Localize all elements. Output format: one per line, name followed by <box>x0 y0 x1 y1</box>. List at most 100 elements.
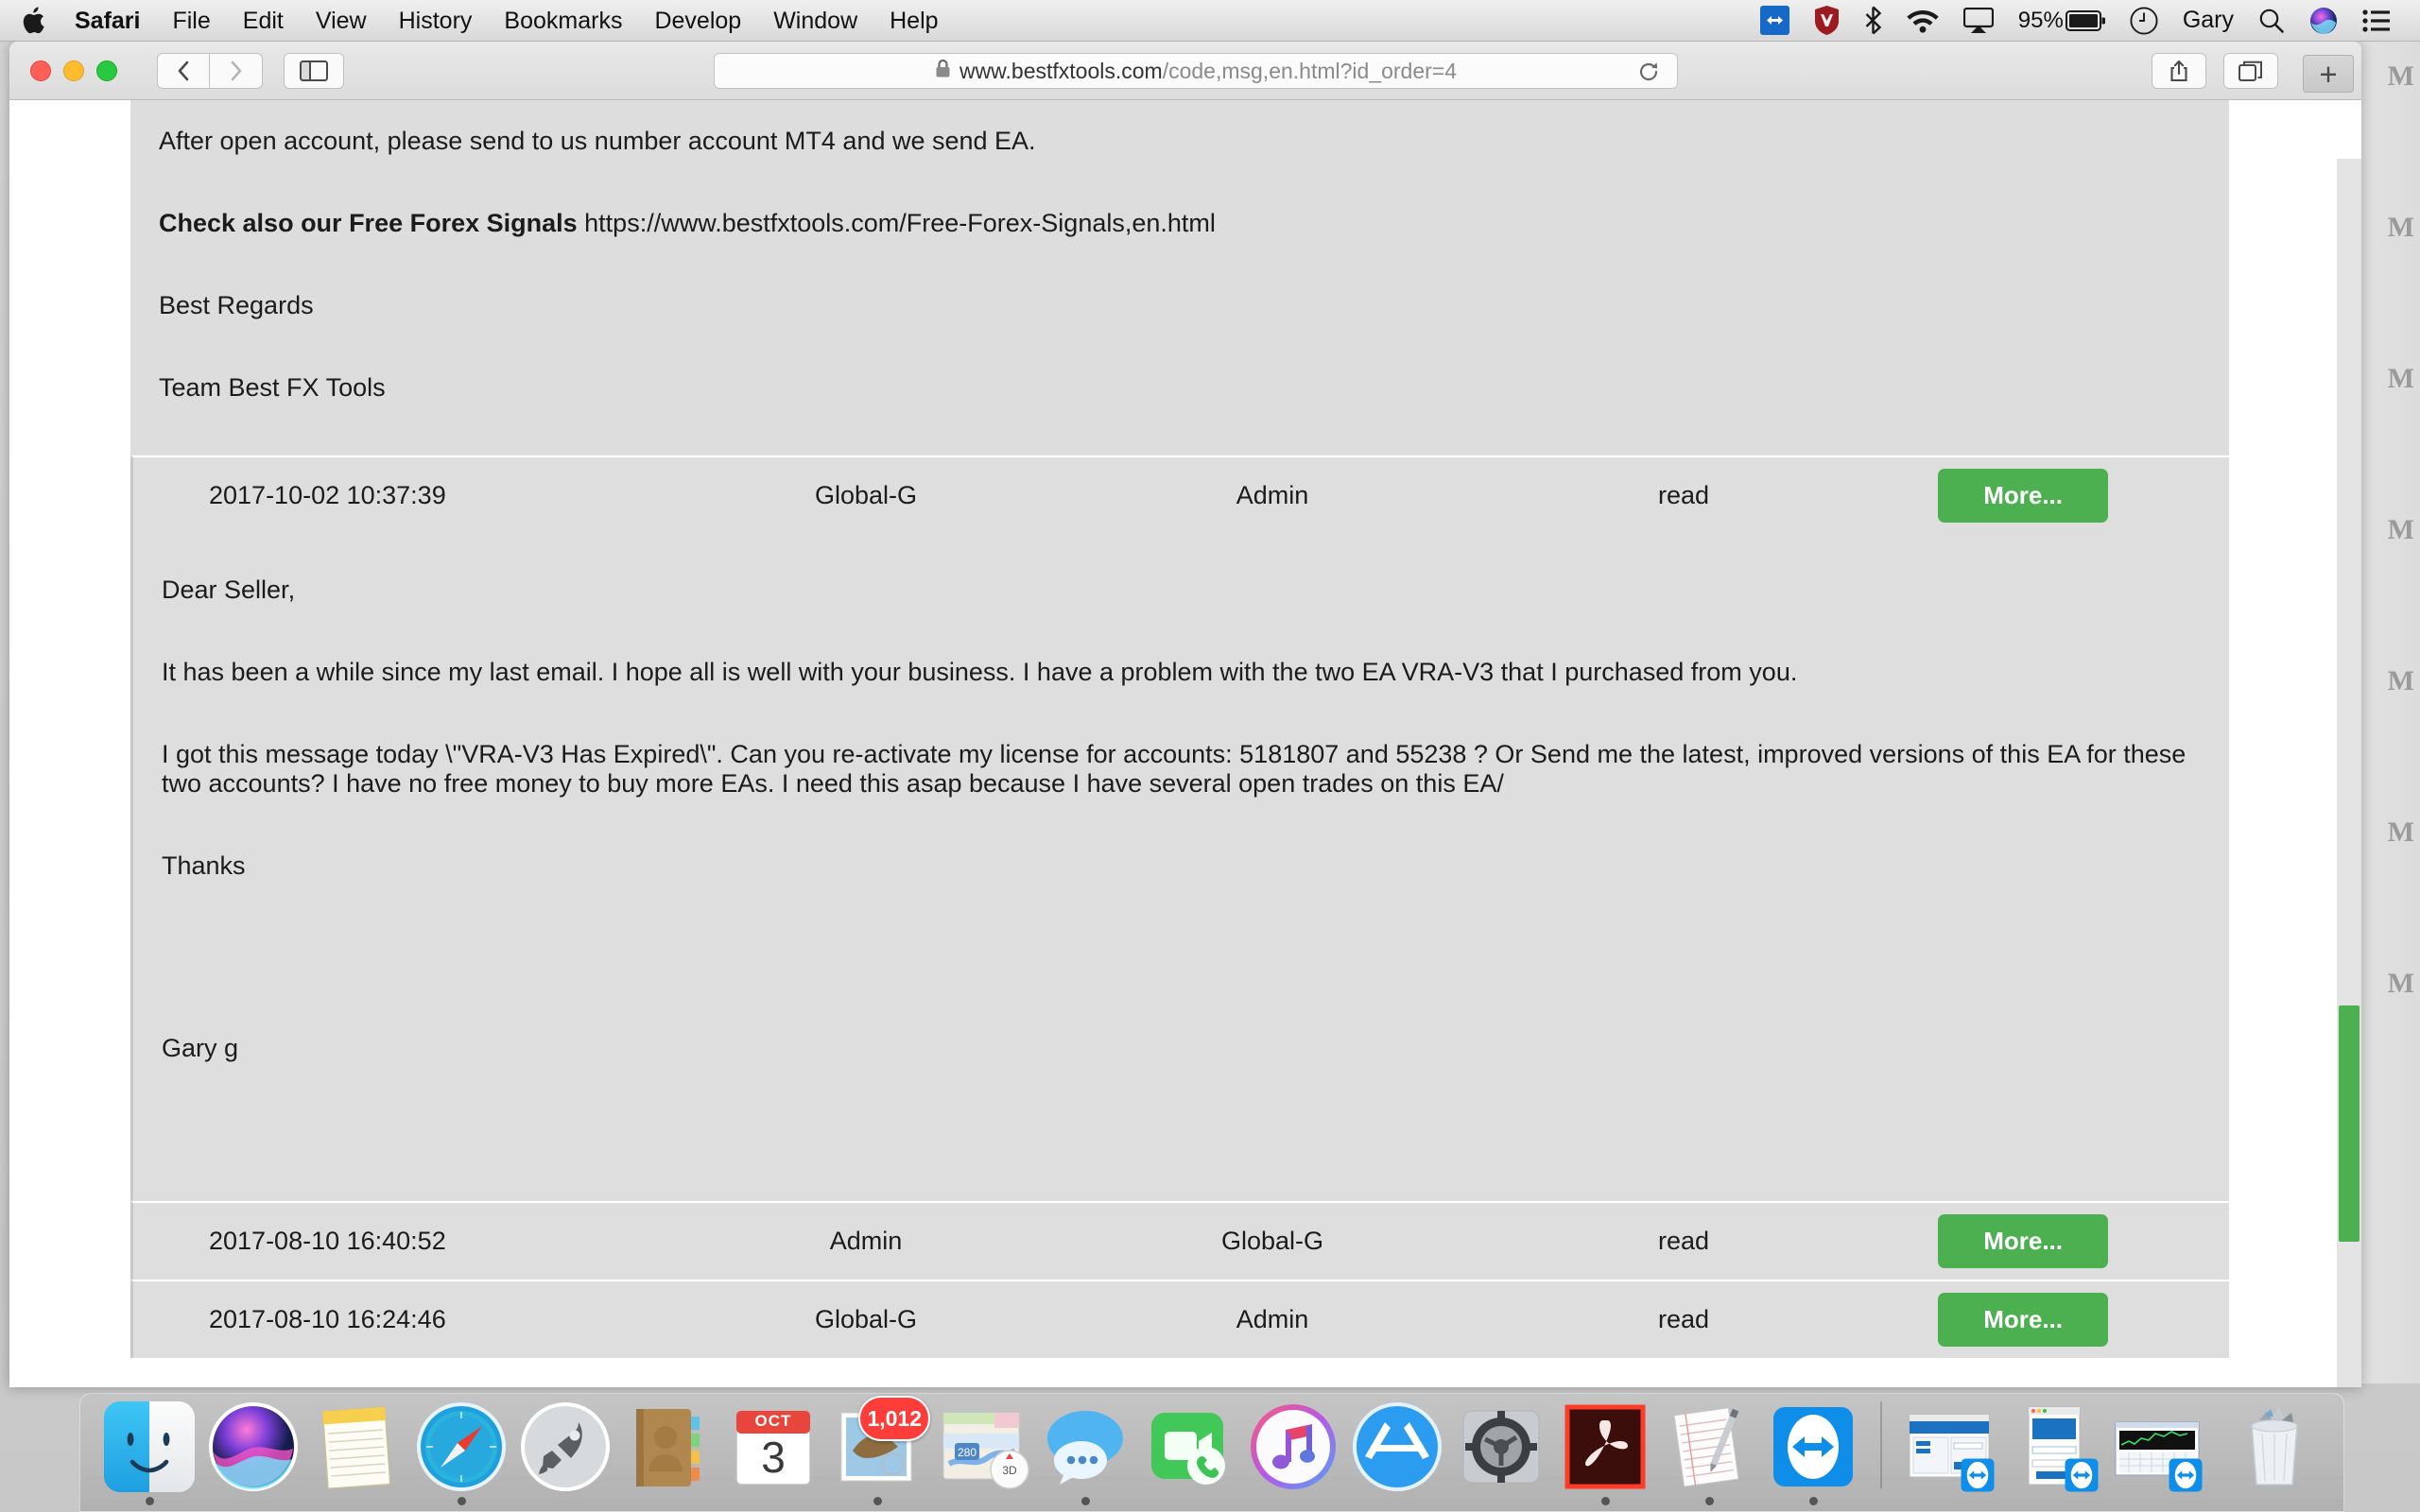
safari-icon <box>416 1401 507 1492</box>
menu-bar-status-area: 95% Gary <box>1748 0 2420 42</box>
dock-item-contacts[interactable] <box>617 1394 721 1505</box>
new-tab-button[interactable]: + <box>2303 55 2354 93</box>
teamviewer-icon[interactable] <box>1748 0 1802 42</box>
dock-item-safari[interactable] <box>409 1394 513 1505</box>
launchpad-icon <box>520 1401 611 1492</box>
airplay-icon[interactable] <box>1951 0 2006 42</box>
address-bar[interactable]: www.bestfxtools.com/code,msg,en.html?id_… <box>714 53 1678 89</box>
background-glyph: M <box>2387 665 2414 696</box>
shield-icon[interactable] <box>1802 0 1852 42</box>
running-indicator <box>1704 1497 1714 1505</box>
notification-center-icon[interactable] <box>2350 0 2403 42</box>
row-date: 2017-10-02 10:37:39 <box>209 481 446 510</box>
dock-item-maps[interactable]: 280 3D <box>929 1394 1033 1505</box>
bluetooth-icon[interactable] <box>1852 0 1894 42</box>
minimized-window-metatrader-chart[interactable] <box>2105 1394 2209 1505</box>
dock-item-launchpad[interactable] <box>513 1394 617 1505</box>
mail-icon: 1,012 <box>832 1396 930 1492</box>
message-thanks: Thanks <box>162 851 246 881</box>
dock-item-mail[interactable]: 1,012 <box>825 1394 930 1505</box>
table-row[interactable]: 2017-10-02 10:37:39 Global-G Admin read … <box>130 455 2229 535</box>
more-button[interactable]: More... <box>1938 1214 2108 1269</box>
dock-item-adobe-acrobat[interactable] <box>1553 1394 1657 1505</box>
menu-item-edit[interactable]: Edit <box>227 0 300 42</box>
menu-item-help[interactable]: Help <box>873 0 954 42</box>
menu-item-view[interactable]: View <box>300 0 383 42</box>
table-row[interactable]: 2017-08-10 16:24:46 Global-G Admin read … <box>130 1280 2229 1359</box>
running-indicator <box>873 1497 882 1505</box>
dock-item-itunes[interactable] <box>1241 1394 1345 1505</box>
dock-item-siri[interactable] <box>201 1394 305 1505</box>
finder-icon <box>104 1401 195 1492</box>
siri-icon <box>208 1401 299 1492</box>
running-indicator <box>1600 1497 1610 1505</box>
dock-item-messages[interactable] <box>1033 1394 1137 1505</box>
minimize-button[interactable] <box>63 60 84 81</box>
dock-item-trash[interactable] <box>2222 1394 2326 1505</box>
zoom-button[interactable] <box>96 60 117 81</box>
menu-item-history[interactable]: History <box>383 0 489 42</box>
dock-divider <box>1880 1401 1882 1488</box>
calendar-month-label: OCT <box>754 1412 792 1430</box>
dock-item-facetime[interactable] <box>1137 1394 1241 1505</box>
free-signals-bold-label: Check also our Free Forex Signals <box>159 209 578 238</box>
sidebar-icon[interactable] <box>284 52 344 89</box>
table-row[interactable]: 2017-08-10 16:40:52 Admin Global-G read … <box>130 1201 2229 1280</box>
siri-icon[interactable] <box>2297 0 2350 42</box>
dock-item-notes[interactable] <box>305 1394 409 1505</box>
dock-item-finder[interactable] <box>97 1394 201 1505</box>
back-button[interactable] <box>157 52 210 89</box>
menu-item-file[interactable]: File <box>156 0 226 42</box>
minimized-window-teamviewer-remote-control[interactable] <box>1897 1394 2001 1505</box>
message-body: Dear Seller, It has been a while since m… <box>130 534 2229 1102</box>
url-path: /code,msg,en.html?id_order=4 <box>1162 58 1458 83</box>
dock-item-teamviewer[interactable] <box>1761 1394 1865 1505</box>
minimized-window-thumbnail <box>1904 1401 1995 1492</box>
message-paragraph-2: I got this message today \"VRA-V3 Has Ex… <box>162 740 2187 799</box>
apple-logo-icon[interactable] <box>21 7 45 35</box>
calendar-day-label: 3 <box>761 1433 786 1482</box>
itunes-icon <box>1248 1401 1339 1492</box>
minimized-window-teamviewer-signin[interactable] <box>2001 1394 2105 1505</box>
paragraph-free-signals: Check also our Free Forex Signals https:… <box>130 209 2229 238</box>
messages-icon <box>1040 1401 1131 1492</box>
search-icon[interactable] <box>2246 0 2297 42</box>
background-glyph: M <box>2387 816 2414 848</box>
more-button[interactable]: More... <box>1938 469 2108 524</box>
free-signals-url[interactable]: https://www.bestfxtools.com/Free-Forex-S… <box>578 209 1216 237</box>
dock-item-textedit[interactable] <box>1657 1394 1761 1505</box>
dock-item-system-preferences[interactable] <box>1449 1394 1553 1505</box>
share-icon[interactable] <box>2152 53 2206 89</box>
time-machine-icon[interactable] <box>2118 0 2170 42</box>
row-status: read <box>1657 1227 1710 1256</box>
dock: OCT 3 1,012 280 3D <box>79 1393 2344 1512</box>
wifi-icon[interactable] <box>1894 0 1951 42</box>
battery-indicator[interactable]: 95% <box>2006 0 2118 42</box>
running-indicator <box>1080 1497 1090 1505</box>
menu-bar-left: Safari File Edit View History Bookmarks … <box>0 0 955 42</box>
url-text: www.bestfxtools.com/code,msg,en.html?id_… <box>959 59 1457 84</box>
message-paragraph-1: It has been a while since my last email.… <box>162 658 1798 687</box>
menu-item-bookmarks[interactable]: Bookmarks <box>488 0 638 42</box>
dock-item-calendar[interactable]: OCT 3 <box>721 1394 825 1505</box>
row-date: 2017-08-10 16:24:46 <box>209 1305 446 1334</box>
row-status: read <box>1657 1305 1710 1334</box>
textedit-icon <box>1664 1401 1754 1492</box>
more-button[interactable]: More... <box>1938 1293 2108 1348</box>
running-indicator <box>145 1497 154 1505</box>
page-scrollbar[interactable] <box>2337 159 2361 1387</box>
forward-button[interactable] <box>210 52 263 89</box>
window-traffic-lights <box>9 60 117 81</box>
close-button[interactable] <box>30 60 51 81</box>
menu-user-name[interactable]: Gary <box>2170 0 2246 42</box>
menu-item-safari[interactable]: Safari <box>59 0 156 42</box>
menu-item-window[interactable]: Window <box>757 0 873 42</box>
reload-icon[interactable] <box>1637 60 1660 88</box>
minimized-window-thumbnail <box>2008 1401 2099 1492</box>
show-all-tabs-icon[interactable] <box>2223 53 2278 89</box>
dock-item-appstore[interactable] <box>1345 1394 1449 1505</box>
menu-item-develop[interactable]: Develop <box>638 0 757 42</box>
scrollbar-thumb[interactable] <box>2339 1005 2360 1242</box>
row-date: 2017-08-10 16:40:52 <box>209 1227 446 1256</box>
